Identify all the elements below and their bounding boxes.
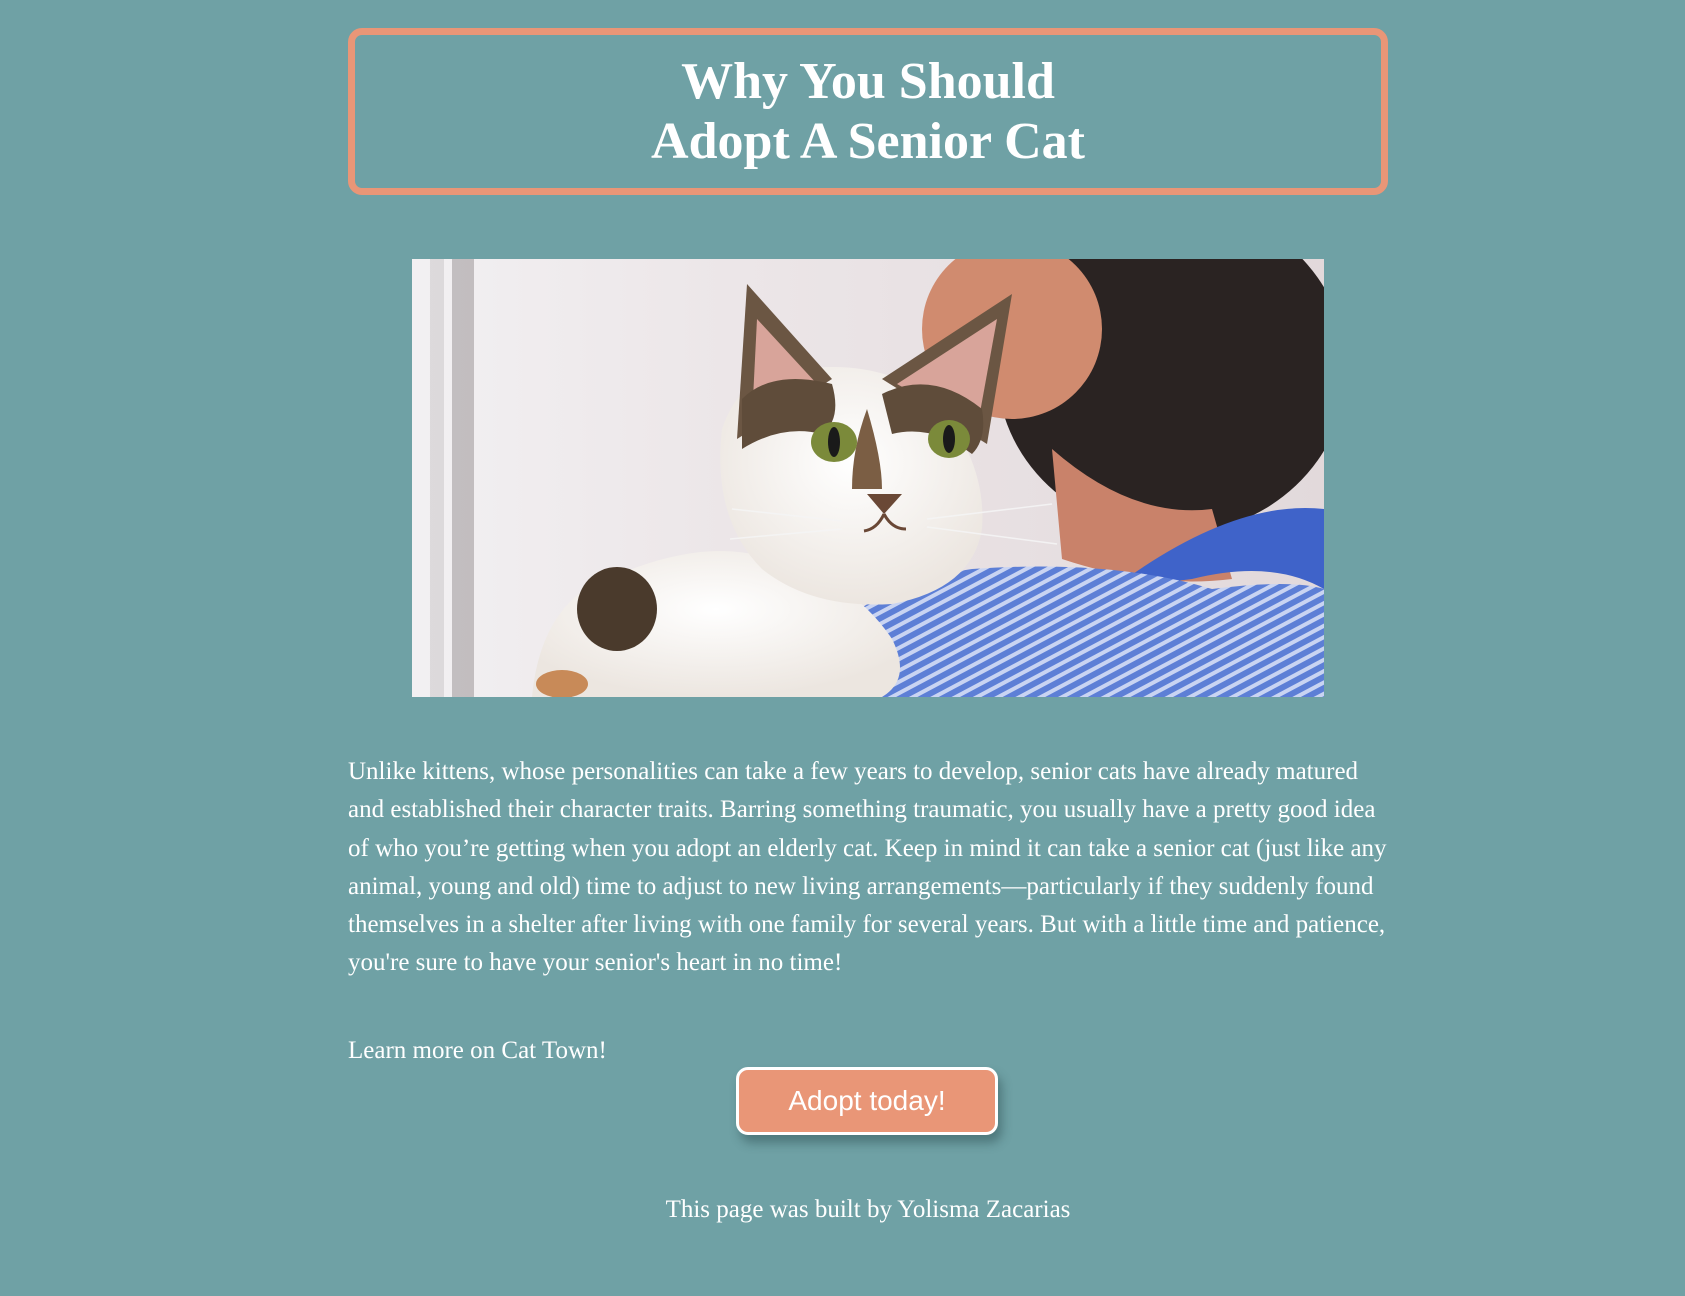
adopt-today-button[interactable]: Adopt today! [736,1067,998,1135]
senior-cat-photo [412,259,1324,697]
page-title-line-1: Why You Should [681,52,1055,110]
learn-more-link[interactable]: Learn more on Cat Town! [348,1034,607,1068]
page-title-line-2: Adopt A Senior Cat [651,112,1085,170]
title-frame: Why You Should Adopt A Senior Cat [348,28,1388,195]
body-paragraph: Unlike kittens, whose personalities can … [348,758,1387,977]
footer-credit: This page was built by Yolisma Zacarias [665,1196,1071,1223]
page-title: Why You Should Adopt A Senior Cat [651,52,1085,172]
